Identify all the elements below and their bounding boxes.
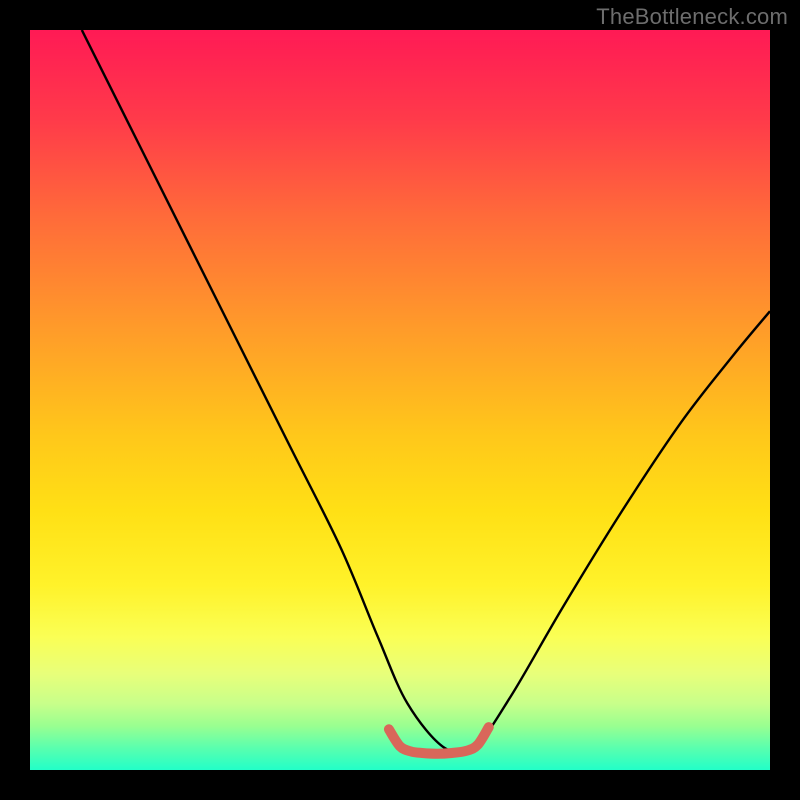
- chart-frame: TheBottleneck.com: [0, 0, 800, 800]
- watermark-text: TheBottleneck.com: [596, 4, 788, 30]
- flat-bottom-red: [389, 727, 489, 754]
- curve-black: [82, 30, 770, 754]
- plot-area: [30, 30, 770, 770]
- chart-svg: [30, 30, 770, 770]
